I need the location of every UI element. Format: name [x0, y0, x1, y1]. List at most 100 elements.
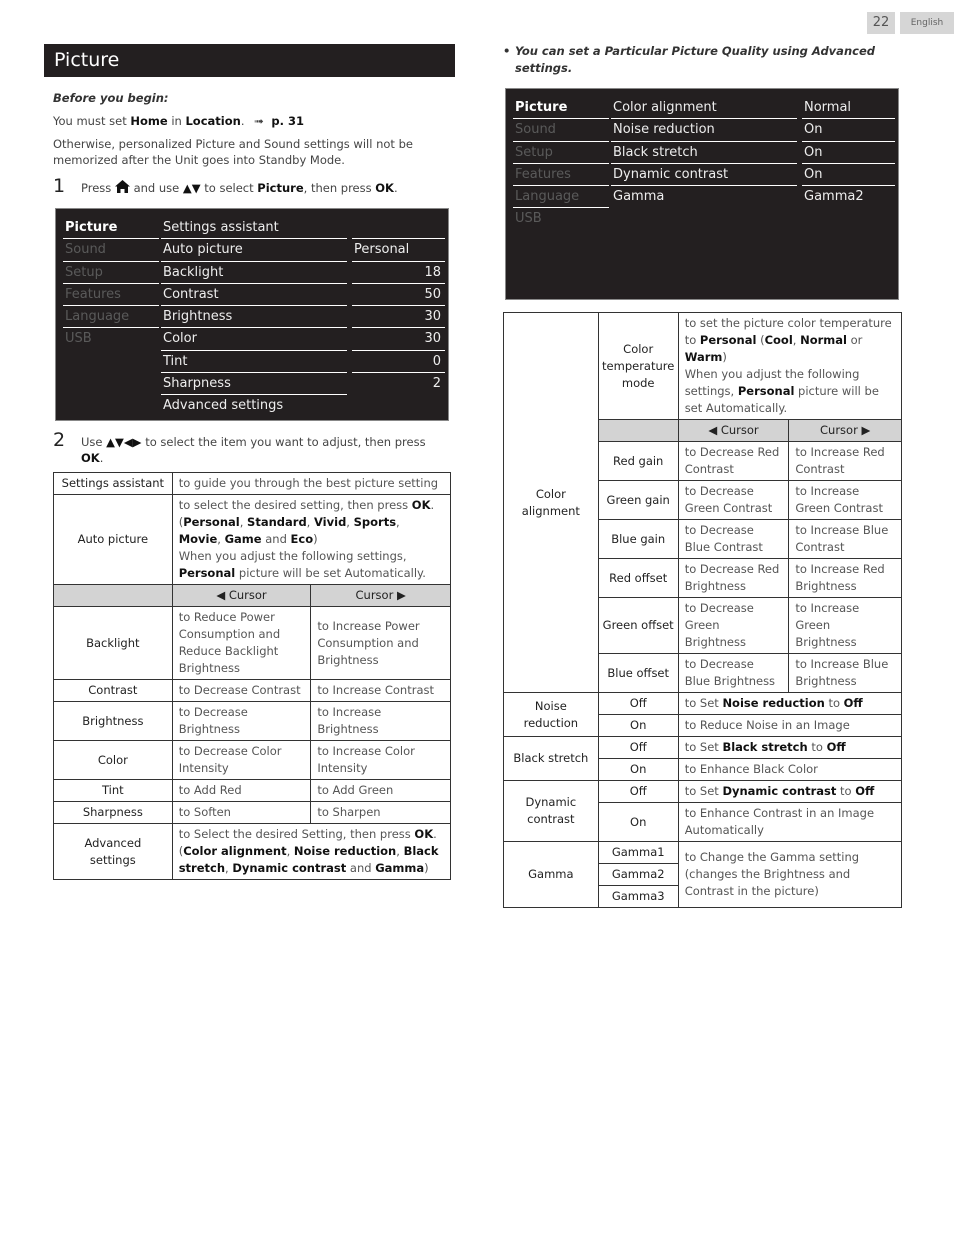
- menu-item-color-alignment[interactable]: Color alignment: [611, 97, 797, 120]
- option-gamma2: Gamma2: [597, 863, 679, 886]
- menu-item-settings-assistant[interactable]: Settings assistant: [161, 217, 347, 240]
- option-gamma3: Gamma3: [597, 885, 679, 908]
- term: Personal: [183, 515, 240, 529]
- menu-item-black-stretch[interactable]: Black stretch: [611, 142, 797, 164]
- row-label: Blue gain: [597, 519, 679, 559]
- menu-category-usb[interactable]: USB: [513, 208, 609, 230]
- menu-category-setup[interactable]: Setup: [513, 142, 609, 164]
- menu-value-dynamic-contrast: On: [802, 164, 895, 187]
- menu-category-sound[interactable]: Sound: [63, 239, 159, 262]
- menu-item-sharpness[interactable]: Sharpness: [161, 373, 347, 396]
- advanced-menu-screen: Picture Sound Setup Features Language US…: [505, 88, 899, 300]
- row-label: Brightness: [53, 701, 173, 741]
- table-row: Noise reduction Off to Set Noise reducti…: [503, 692, 903, 737]
- menu-item-noise-reduction[interactable]: Noise reduction: [611, 119, 797, 142]
- menu-value-contrast: 50: [352, 284, 445, 307]
- ok-term: OK: [375, 181, 394, 195]
- term: Normal: [800, 333, 847, 347]
- menu-item-contrast[interactable]: Contrast: [161, 284, 347, 307]
- text: or: [846, 333, 863, 347]
- cursor-left-desc: to Decrease Color Intensity: [171, 740, 312, 780]
- menu-category-language[interactable]: Language: [63, 306, 159, 329]
- noise-reduction-label: Noise reduction: [503, 692, 599, 737]
- text: to Set: [684, 740, 723, 754]
- cursor-right-desc: to Add Green: [310, 779, 451, 802]
- text: .: [99, 451, 104, 465]
- cursor-right-desc: to Increase Blue Brightness: [788, 653, 902, 693]
- row-label: Tint: [53, 779, 173, 802]
- table-row: Advanced settings to Select the desired …: [53, 823, 452, 880]
- table-row: Gamma Gamma1 to Change the Gamma setting…: [503, 841, 903, 908]
- menu-item-gamma[interactable]: Gamma: [611, 186, 797, 208]
- step-number: 1: [53, 175, 66, 197]
- menu-item-tint[interactable]: Tint: [161, 351, 347, 374]
- picture-term: Picture: [257, 181, 304, 195]
- home-icon: [114, 180, 134, 195]
- menu-category-picture[interactable]: Picture: [513, 97, 609, 120]
- menu-value-black-stretch: On: [802, 142, 895, 164]
- term: Game: [224, 532, 262, 546]
- row-label: Contrast: [53, 679, 173, 702]
- menu-category-features[interactable]: Features: [513, 164, 609, 187]
- row-description: to select the desired setting, then pres…: [171, 494, 452, 585]
- home-term: Home: [130, 114, 168, 128]
- table-row: Color to Decrease Color Intensity to Inc…: [53, 740, 451, 780]
- row-label: Red gain: [597, 441, 679, 481]
- text: to: [824, 696, 844, 710]
- row-description: to guide you through the best picture se…: [171, 472, 452, 495]
- table-row: Black stretch Off to Set Black stretch t…: [503, 736, 903, 781]
- cursor-left-desc: to Decrease Red Contrast: [677, 441, 790, 481]
- cursor-left-desc: to Soften: [171, 801, 312, 824]
- menu-category-features[interactable]: Features: [63, 284, 159, 307]
- row-label: Auto picture: [53, 494, 173, 585]
- text: .: [393, 181, 398, 195]
- menu-values: Normal On On On Gamma2: [802, 97, 895, 208]
- gamma-desc: to Change the Gamma setting (changes the…: [677, 841, 903, 908]
- menu-category-setup[interactable]: Setup: [63, 262, 159, 284]
- menu-value-gamma: Gamma2: [804, 189, 864, 205]
- menu-value-color: 30: [352, 328, 445, 351]
- header-cursor-right: Cursor ▶: [310, 584, 451, 607]
- menu-item-dynamic-contrast[interactable]: Dynamic contrast: [611, 164, 797, 187]
- option-desc: to Set Noise reduction to Off: [677, 692, 903, 715]
- term: Noise reduction: [722, 696, 825, 710]
- text: to select: [204, 181, 254, 195]
- table-row: Settings assistant to guide you through …: [53, 472, 452, 495]
- page-reference-link[interactable]: p. 31: [271, 114, 304, 128]
- cursor-right-desc: to Increase Red Contrast: [788, 441, 902, 481]
- picture-settings-table: Settings assistant to guide you through …: [53, 472, 452, 880]
- cursor-right-desc: to Increase Green Brightness: [788, 597, 902, 654]
- text: ): [313, 532, 318, 546]
- term: Dynamic contrast: [232, 861, 347, 875]
- option-desc: to Enhance Black Color: [677, 758, 903, 781]
- term: Off: [826, 740, 846, 754]
- arrow-right-icon: ➟: [254, 114, 264, 128]
- menu-item-backlight[interactable]: Backlight: [161, 262, 347, 284]
- menu-item-auto-picture[interactable]: Auto picture: [161, 239, 347, 262]
- term: Vivid: [313, 515, 347, 529]
- menu-category-usb[interactable]: USB: [63, 328, 159, 350]
- menu-item-color[interactable]: Color: [161, 328, 347, 351]
- text: You must set: [53, 114, 131, 128]
- header-empty: [53, 584, 173, 607]
- option-off: Off: [597, 780, 679, 803]
- term: Noise reduction: [293, 844, 397, 858]
- menu-category-language[interactable]: Language: [513, 186, 609, 209]
- table-row: Color alignment Color temperature mode t…: [503, 312, 903, 693]
- term: OK: [411, 498, 431, 512]
- row-description: to Select the desired Setting, then pres…: [171, 823, 452, 880]
- row-label: Color temperature mode: [597, 312, 679, 420]
- cursor-left-desc: to Decrease Blue Contrast: [677, 519, 790, 559]
- menu-category-picture[interactable]: Picture: [63, 217, 159, 240]
- menu-category-sound[interactable]: Sound: [513, 119, 609, 142]
- row-label: Sharpness: [53, 801, 173, 824]
- note-text: You can set a Particular Picture Quality…: [515, 44, 875, 75]
- otherwise-text: Otherwise, personalized Picture and Soun…: [53, 137, 413, 167]
- menu-item-brightness[interactable]: Brightness: [161, 306, 347, 329]
- table-row: Dynamic contrast Off to Set Dynamic cont…: [503, 780, 903, 842]
- row-label: Green offset: [597, 597, 679, 654]
- menu-value-brightness: 30: [352, 306, 445, 329]
- direction-arrows-icon: ▲▼◀▶: [106, 435, 142, 449]
- menu-item-advanced-settings[interactable]: Advanced settings: [161, 395, 347, 417]
- advanced-settings-table: Color alignment Color temperature mode t…: [503, 312, 903, 908]
